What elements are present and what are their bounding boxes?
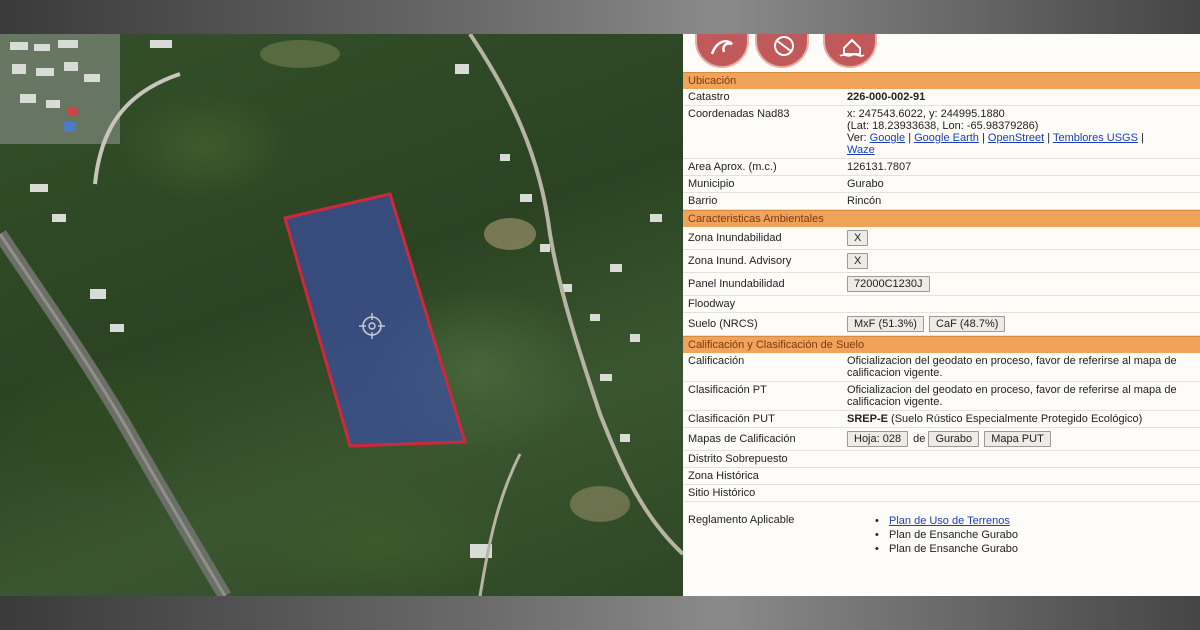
hoja-button[interactable]: Hoja: 028 xyxy=(847,431,909,447)
bottom-blur-band xyxy=(0,596,1200,630)
waze-link[interactable]: Waze xyxy=(847,144,875,156)
top-blur-band xyxy=(0,0,1200,34)
clearing xyxy=(260,40,340,68)
row-catastro: Catastro 226-000-002-91 xyxy=(683,89,1200,106)
clearing xyxy=(484,218,536,250)
clasif-put-label: Clasificación PUT xyxy=(688,413,775,425)
area-label: Area Aprox. (m.c.) xyxy=(688,161,777,173)
reglamento-label: Reglamento Aplicable xyxy=(688,514,795,526)
clasif-put-code: SREP-E xyxy=(847,413,888,425)
barrio-label: Barrio xyxy=(688,195,718,207)
list-item: Plan de Ensanche Gurabo xyxy=(869,542,1196,556)
tsunami-icon[interactable] xyxy=(695,34,749,68)
sitio-hist-label: Sitio Histórico xyxy=(688,487,756,499)
coords-label: Coordenadas Nad83 xyxy=(688,108,790,120)
red-roof-building xyxy=(68,108,78,116)
zona-inund-button[interactable]: X xyxy=(847,230,869,246)
barrio-value: Rincón xyxy=(847,195,882,207)
panel-button[interactable]: 72000C1230J xyxy=(847,276,930,292)
row-reglamento: Reglamento Aplicable Plan de Uso de Terr… xyxy=(683,502,1200,558)
de-text: de xyxy=(913,433,926,445)
row-zona-historica: Zona Histórica xyxy=(683,468,1200,485)
row-municipio: Municipio Gurabo xyxy=(683,176,1200,193)
row-area: Area Aprox. (m.c.) 126131.7807 xyxy=(683,159,1200,176)
urban-area xyxy=(0,34,120,144)
zona-adv-button[interactable]: X xyxy=(847,253,869,269)
row-coordenadas: Coordenadas Nad83 x: 247543.6022, y: 244… xyxy=(683,106,1200,159)
hazard-icons-row xyxy=(683,34,1200,72)
temblores-usgs-link[interactable]: Temblores USGS xyxy=(1053,132,1138,144)
panel-label: Panel Inundabilidad xyxy=(688,278,785,290)
municipio-label: Municipio xyxy=(688,178,735,190)
flood-house-icon[interactable] xyxy=(823,34,877,68)
row-panel: Panel Inundabilidad 72000C1230J xyxy=(683,273,1200,296)
google-earth-link[interactable]: Google Earth xyxy=(914,132,979,144)
clasif-pt-value: Oficializacion del geodato en proceso, f… xyxy=(847,384,1177,408)
ver-label: Ver: xyxy=(847,132,867,144)
satellite-map[interactable] xyxy=(0,34,683,596)
row-barrio: Barrio Rincón xyxy=(683,193,1200,210)
zona-hist-label: Zona Histórica xyxy=(688,470,759,482)
row-distrito: Distrito Sobrepuesto xyxy=(683,451,1200,468)
clasif-put-desc: (Suelo Rústico Especialmente Protegido E… xyxy=(891,413,1143,425)
suelo-caf-button[interactable]: CaF (48.7%) xyxy=(929,316,1006,332)
gurabo-button[interactable]: Gurabo xyxy=(928,431,980,447)
row-sitio-historico: Sitio Histórico xyxy=(683,485,1200,502)
zona-adv-label: Zona Inund. Advisory xyxy=(688,255,792,267)
road-bottom xyxy=(478,453,522,596)
row-mapas: Mapas de Calificación Hoja: 028 de Gurab… xyxy=(683,428,1200,451)
mapa-put-button[interactable]: Mapa PUT xyxy=(984,431,1051,447)
row-clasif-put: Clasificación PUT SREP-E (Suelo Rústico … xyxy=(683,411,1200,428)
view-links: Ver: Google | Google Earth | OpenStreet … xyxy=(847,132,1144,144)
clearing xyxy=(570,486,630,522)
row-zona-advisory: Zona Inund. Advisory X xyxy=(683,250,1200,273)
suelo-label: Suelo (NRCS) xyxy=(688,318,758,330)
row-calificacion: Calificación Oficializacion del geodato … xyxy=(683,353,1200,382)
row-floodway: Floodway xyxy=(683,296,1200,313)
row-suelo: Suelo (NRCS) MxF (51.3%) CaF (48.7%) xyxy=(683,313,1200,336)
area-value: 126131.7807 xyxy=(847,161,912,173)
calif-label: Calificación xyxy=(688,355,745,367)
zona-inund-label: Zona Inundabilidad xyxy=(688,232,782,244)
section-ubicacion: Ubicación xyxy=(683,72,1200,89)
catastro-value: 226-000-002-91 xyxy=(847,91,926,103)
suelo-mxf-button[interactable]: MxF (51.3%) xyxy=(847,316,924,332)
municipio-value: Gurabo xyxy=(847,178,884,190)
row-zona-inundabilidad: Zona Inundabilidad X xyxy=(683,227,1200,250)
distrito-label: Distrito Sobrepuesto xyxy=(688,453,788,465)
google-link[interactable]: Google xyxy=(870,132,905,144)
parcel-polygon[interactable] xyxy=(283,192,467,448)
section-ambientales: Caracteristicas Ambientales xyxy=(683,210,1200,227)
coords-xy: x: 247543.6022, y: 244995.1880 xyxy=(847,108,1005,120)
list-item: Plan de Ensanche Gurabo xyxy=(869,528,1196,542)
coords-latlon: (Lat: 18.23933638, Lon: -65.98379286) xyxy=(847,120,1039,132)
section-calificacion: Calificación y Clasificación de Suelo xyxy=(683,336,1200,353)
road-right xyxy=(468,34,683,556)
plan-uso-terrenos-link[interactable]: Plan de Uso de Terrenos xyxy=(889,515,1010,527)
hazmat-icon[interactable] xyxy=(755,34,809,68)
parcel-info-panel: Ubicación Catastro 226-000-002-91 Coorde… xyxy=(683,34,1200,596)
blue-roof-building xyxy=(64,122,76,132)
mapas-label: Mapas de Calificación xyxy=(688,433,796,445)
calif-value: Oficializacion del geodato en proceso, f… xyxy=(847,355,1177,379)
list-item[interactable]: Plan de Uso de Terrenos xyxy=(869,514,1196,528)
openstreet-link[interactable]: OpenStreet xyxy=(988,132,1044,144)
reglamento-list: Plan de Uso de Terrenos Plan de Ensanche… xyxy=(869,514,1196,556)
clasif-pt-label: Clasificación PT xyxy=(688,384,767,396)
catastro-label: Catastro xyxy=(688,91,730,103)
floodway-label: Floodway xyxy=(688,298,736,310)
row-clasif-pt: Clasificación PT Oficializacion del geod… xyxy=(683,382,1200,411)
